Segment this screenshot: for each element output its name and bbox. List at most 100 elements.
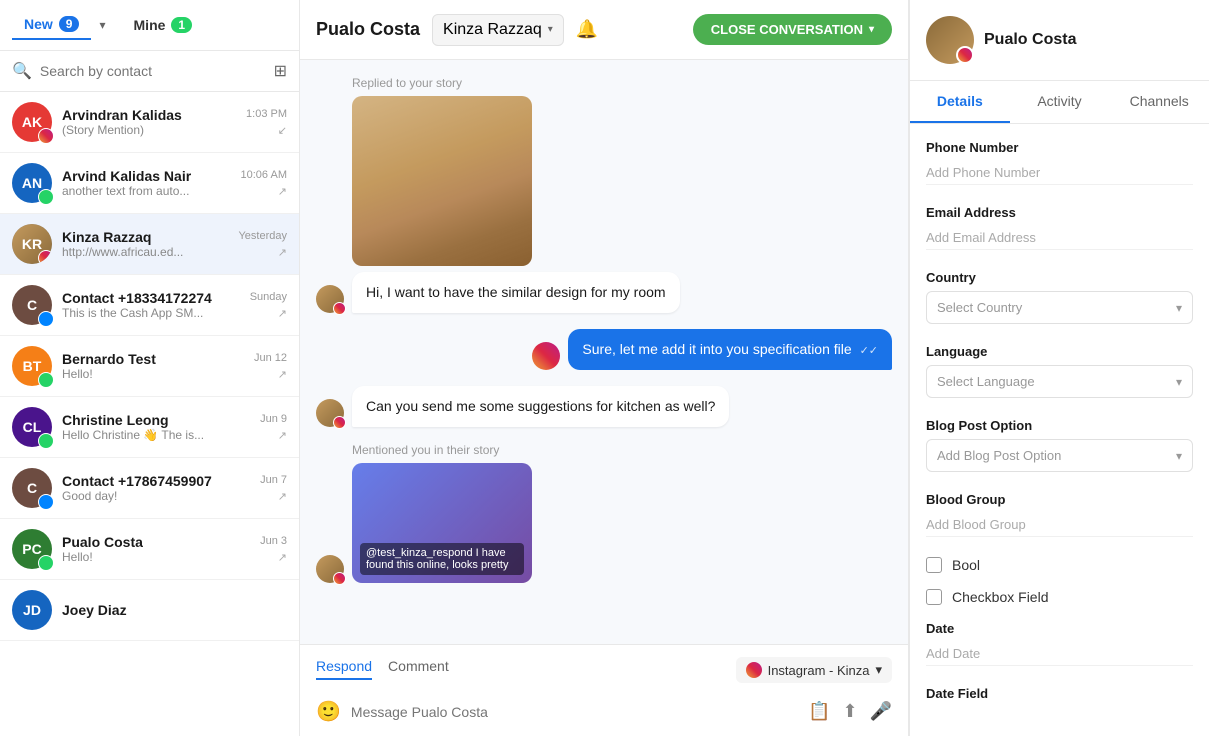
msg-avatar: [316, 285, 344, 313]
tab-new-label: New: [24, 16, 53, 32]
assignee-chevron-icon: ▾: [548, 24, 553, 35]
country-placeholder: Select Country: [937, 300, 1022, 315]
upload-button[interactable]: ⬆: [842, 701, 857, 722]
platform-badge-instagram: [38, 128, 54, 144]
blog-post-chevron-icon: ▾: [1176, 449, 1182, 463]
message-input[interactable]: [351, 704, 798, 720]
tab-new-arrow[interactable]: ▾: [99, 18, 105, 32]
phone-value[interactable]: Add Phone Number: [926, 161, 1193, 185]
blood-group-value[interactable]: Add Blood Group: [926, 513, 1193, 537]
field-date: Date Add Date: [926, 621, 1193, 666]
list-item[interactable]: BT Bernardo Test Hello! Jun 12 ↗: [0, 336, 299, 397]
contact-info: Arvind Kalidas Nair another text from au…: [62, 168, 231, 198]
story-mention-block: Mentioned you in their story @test_kinza…: [316, 443, 892, 583]
msg-avatar: [316, 555, 344, 583]
field-language: Language Select Language ▾: [926, 344, 1193, 398]
avatar: BT: [12, 346, 52, 386]
blood-group-label: Blood Group: [926, 492, 1193, 507]
tab-new[interactable]: New 9: [12, 10, 91, 40]
search-input[interactable]: [40, 63, 266, 79]
list-item[interactable]: C Contact +17867459907 Good day! Jun 7 ↗: [0, 458, 299, 519]
chat-title: Pualo Costa: [316, 19, 420, 40]
chat-messages: Replied to your story Hi, I want to have…: [300, 60, 908, 644]
language-label: Language: [926, 344, 1193, 359]
tab-mine-badge: 1: [171, 17, 192, 33]
close-conversation-button[interactable]: CLOSE CONVERSATION ▾: [693, 14, 892, 45]
platform-selector[interactable]: Instagram - Kinza ▾: [736, 657, 892, 683]
country-chevron-icon: ▾: [1176, 301, 1182, 315]
checkbox-field-input[interactable]: [926, 589, 942, 605]
chat-header: Pualo Costa Kinza Razzaq ▾ 🔔 CLOSE CONVE…: [300, 0, 908, 60]
contact-list: AK Arvindran Kalidas (Story Mention) 1:0…: [0, 92, 299, 736]
field-blood-group: Blood Group Add Blood Group: [926, 492, 1193, 537]
tab-mine[interactable]: Mine 1: [122, 11, 205, 39]
contact-info: Arvindran Kalidas (Story Mention): [62, 107, 236, 137]
avatar: AK: [12, 102, 52, 142]
tab-comment[interactable]: Comment: [388, 658, 449, 680]
msg-platform-instagram: [333, 416, 346, 429]
close-chevron-icon: ▾: [869, 24, 874, 35]
phone-label: Phone Number: [926, 140, 1193, 155]
blog-post-placeholder: Add Blog Post Option: [937, 448, 1061, 463]
assignee-name: Kinza Razzaq: [443, 21, 542, 39]
list-item[interactable]: JD Joey Diaz: [0, 580, 299, 641]
footer-actions: 📋 ⬆ 🎤: [808, 701, 892, 722]
platform-badge-whatsapp: [38, 555, 54, 571]
list-item-active[interactable]: KR Kinza Razzaq http://www.africau.ed...…: [0, 214, 299, 275]
blog-post-select[interactable]: Add Blog Post Option ▾: [926, 439, 1193, 472]
email-value[interactable]: Add Email Address: [926, 226, 1193, 250]
avatar: CL: [12, 407, 52, 447]
attachment-button[interactable]: 📋: [808, 701, 830, 722]
list-item[interactable]: AK Arvindran Kalidas (Story Mention) 1:0…: [0, 92, 299, 153]
footer-top: Respond Comment Instagram - Kinza ▾: [316, 657, 892, 691]
field-checkbox: Checkbox Field: [926, 589, 1193, 605]
assignee-select[interactable]: Kinza Razzaq ▾: [432, 14, 564, 46]
language-select[interactable]: Select Language ▾: [926, 365, 1193, 398]
panel-tab-channels[interactable]: Channels: [1109, 81, 1209, 123]
list-item[interactable]: C Contact +18334172274 This is the Cash …: [0, 275, 299, 336]
list-item[interactable]: AN Arvind Kalidas Nair another text from…: [0, 153, 299, 214]
bubble-incoming: Hi, I want to have the similar design fo…: [352, 272, 680, 313]
footer-tabs: Respond Comment: [316, 658, 449, 680]
emoji-button[interactable]: 🙂: [316, 699, 341, 724]
list-item[interactable]: CL Christine Leong Hello Christine 👋 The…: [0, 397, 299, 458]
panel-content: Phone Number Add Phone Number Email Addr…: [910, 124, 1209, 736]
email-label: Email Address: [926, 205, 1193, 220]
double-tick-icon: ✓✓: [860, 345, 878, 357]
story-mention-image: @test_kinza_respond I have found this on…: [352, 463, 532, 583]
blog-post-label: Blog Post Option: [926, 418, 1193, 433]
contact-header: Pualo Costa: [910, 0, 1209, 81]
msg-platform-instagram: [333, 302, 346, 315]
list-item[interactable]: PC Pualo Costa Hello! Jun 3 ↗: [0, 519, 299, 580]
date-value[interactable]: Add Date: [926, 642, 1193, 666]
date-label: Date: [926, 621, 1193, 636]
contact-large-name: Pualo Costa: [984, 31, 1076, 49]
country-label: Country: [926, 270, 1193, 285]
avatar: JD: [12, 590, 52, 630]
field-email: Email Address Add Email Address: [926, 205, 1193, 250]
filter-icon[interactable]: ⊞: [274, 61, 287, 81]
msg-row-kitchen: Can you send me some suggestions for kit…: [316, 386, 892, 427]
alarm-icon[interactable]: 🔔: [576, 19, 598, 40]
panel-tab-activity[interactable]: Activity: [1010, 81, 1110, 123]
bool-checkbox[interactable]: [926, 557, 942, 573]
audio-button[interactable]: 🎤: [870, 701, 892, 722]
panel-tab-details[interactable]: Details: [910, 81, 1010, 123]
checkbox-field-label: Checkbox Field: [952, 589, 1049, 605]
tab-respond[interactable]: Respond: [316, 658, 372, 680]
msg-row-outgoing: Sure, let me add it into you specificati…: [316, 329, 892, 370]
platform-badge-whatsapp: [38, 189, 54, 205]
avatar: PC: [12, 529, 52, 569]
language-chevron-icon: ▾: [1176, 375, 1182, 389]
story-reply: Replied to your story Hi, I want to have…: [316, 76, 892, 313]
field-phone: Phone Number Add Phone Number: [926, 140, 1193, 185]
country-select[interactable]: Select Country ▾: [926, 291, 1193, 324]
search-bar: 🔍 ⊞: [0, 51, 299, 92]
platform-badge-whatsapp: [38, 372, 54, 388]
contact-info: Contact +18334172274 This is the Cash Ap…: [62, 290, 240, 320]
contact-info: Bernardo Test Hello!: [62, 351, 244, 381]
story-reply-label: Replied to your story: [352, 76, 680, 90]
msg-row-incoming: Replied to your story Hi, I want to have…: [316, 76, 892, 313]
instagram-badge: [956, 46, 974, 64]
platform-badge-instagram: [38, 250, 52, 264]
